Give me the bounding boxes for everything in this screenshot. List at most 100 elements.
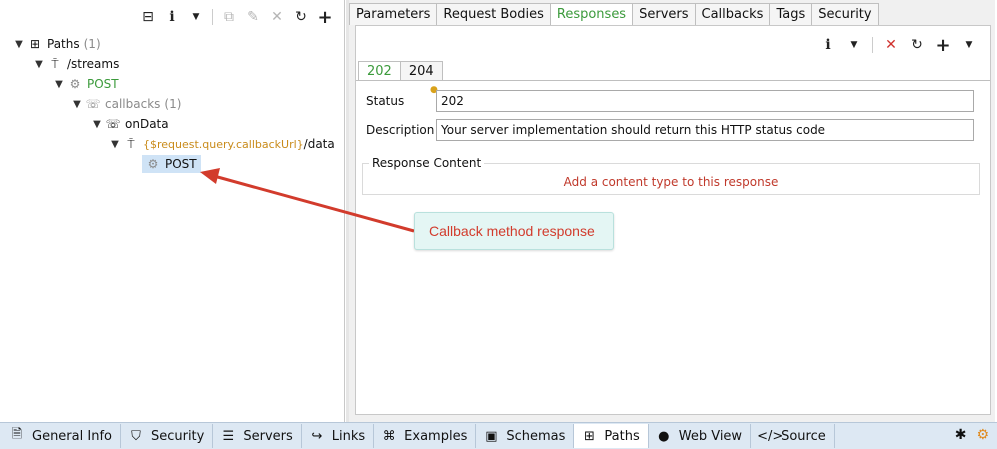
settings-icon[interactable]: ⚙ — [976, 427, 989, 443]
top-tab-bar: Parameters Request Bodies Responses Serv… — [349, 3, 879, 25]
bottom-tabs: 🗎 General Info ⛉ Security ☰ Servers ↪ Li… — [2, 424, 835, 448]
gear-icon: ⚙ — [147, 157, 159, 171]
expand-icon[interactable]: ▼ — [52, 79, 66, 90]
globe-icon: ● — [658, 428, 670, 444]
tab-label: General Info — [32, 428, 112, 444]
server-icon: ☰ — [222, 428, 235, 444]
tab-label: Security — [150, 428, 205, 444]
expand-icon[interactable]: ▼ — [12, 39, 26, 50]
tab-web-view[interactable]: ● Web View — [649, 424, 752, 448]
toolbar-divider — [872, 37, 873, 53]
paths-icon: ⊞ — [583, 428, 595, 444]
tab-label: Source — [781, 428, 826, 444]
tree-node-count: (1) — [83, 37, 101, 51]
response-content-group: Response Content Add a content type to t… — [362, 156, 980, 195]
tree-node-paths[interactable]: ▼ ⊞ Paths (1) — [12, 35, 101, 53]
editor-panel: Parameters Request Bodies Responses Serv… — [349, 0, 995, 422]
tab-examples[interactable]: ⌘ Examples — [374, 424, 477, 448]
tab-request-bodies[interactable]: Request Bodies — [436, 3, 551, 25]
edit-icon[interactable]: ✎ — [242, 6, 264, 28]
collapse-icon[interactable]: ⊟ — [137, 6, 159, 28]
tab-security-bottom[interactable]: ⛉ Security — [121, 424, 214, 448]
chevron-down-icon[interactable]: ▼ — [185, 6, 207, 28]
schemas-icon: ▣ — [485, 428, 498, 444]
tab-responses[interactable]: Responses — [549, 3, 634, 25]
tree-node-ondata[interactable]: ▼ ☏ onData — [90, 115, 169, 133]
delete-icon[interactable]: ✕ — [880, 34, 902, 56]
path-icon: ⍑ — [51, 56, 59, 71]
tab-response-202[interactable]: 202 — [358, 61, 401, 81]
expand-icon[interactable]: ▼ — [32, 59, 46, 70]
tab-callbacks[interactable]: Callbacks — [694, 3, 771, 25]
tree-node-callbacks[interactable]: ▼ ☏ callbacks (1) — [70, 95, 181, 113]
add-icon[interactable]: + — [932, 34, 954, 56]
tree-node-label: callbacks — [105, 97, 161, 111]
tree-panel: ⊟ i ▼ ⧉ ✎ ✕ ↻ + ▼ ⊞ Paths (1) ▼ ⍑ /strea… — [0, 0, 345, 422]
tab-label: Links — [331, 428, 366, 444]
tree-node-callback-post[interactable]: ⚙ POST — [142, 155, 201, 173]
shield-icon: ⛉ — [131, 428, 141, 444]
callout-text: Callback method response — [429, 223, 595, 239]
description-field[interactable]: Your server implementation should return… — [436, 119, 974, 141]
link-icon: ↪ — [311, 428, 323, 444]
add-icon[interactable]: + — [314, 6, 336, 28]
tab-tags[interactable]: Tags — [769, 3, 813, 25]
response-content-label: Response Content — [369, 156, 485, 170]
refresh-icon[interactable]: ↻ — [906, 34, 928, 56]
info-icon[interactable]: i — [161, 6, 183, 28]
tree-node-label: Paths — [47, 37, 80, 51]
gear-icon: ⚙ — [69, 77, 81, 91]
tab-label: Paths — [604, 428, 640, 444]
expand-icon[interactable]: ▼ — [90, 119, 104, 130]
tab-label: Schemas — [506, 428, 566, 444]
tab-label: Examples — [404, 428, 468, 444]
tab-label: Web View — [678, 428, 743, 444]
description-label: Description — [366, 123, 435, 137]
tab-source[interactable]: </> Source — [751, 424, 835, 448]
expand-icon[interactable]: ▼ — [108, 139, 122, 150]
phone-icon: ☏ — [105, 117, 121, 131]
tree-node-count: (1) — [164, 97, 182, 111]
chevron-down-icon[interactable]: ▼ — [958, 34, 980, 56]
tree-node-streams[interactable]: ▼ ⍑ /streams — [32, 55, 119, 73]
examples-icon: ⌘ — [382, 428, 396, 444]
info-icon[interactable]: i — [817, 34, 839, 56]
callout-note: Callback method response — [414, 212, 614, 250]
tree-node-callback-url[interactable]: ▼ ⍑ {$request.query.callbackUrl} /data — [108, 135, 335, 153]
delete-icon[interactable]: ✕ — [266, 6, 288, 28]
tab-paths[interactable]: ⊞ Paths — [574, 424, 649, 448]
tab-response-204[interactable]: 204 — [399, 61, 443, 81]
toolbar-divider — [212, 9, 213, 25]
add-content-type-link[interactable]: Add a content type to this response — [363, 175, 979, 189]
tab-label: Servers — [243, 428, 293, 444]
status-icons: ✱ ⚙ — [955, 427, 989, 443]
tree-toolbar: ⊟ i ▼ ⧉ ✎ ✕ ↻ + — [137, 6, 336, 28]
document-icon: 🗎 — [11, 427, 23, 442]
tree-node-label: POST — [165, 157, 197, 171]
paths-icon: ⊞ — [29, 37, 41, 51]
callback-url-expression: {$request.query.callbackUrl} — [143, 137, 304, 151]
response-code-tabs: 202 204 — [358, 61, 443, 81]
code-icon: </> — [757, 428, 784, 444]
callback-url-suffix: /data — [303, 137, 335, 151]
responses-toolbar: i ▼ ✕ ↻ + ▼ — [817, 34, 980, 56]
tab-general-info[interactable]: 🗎 General Info — [2, 424, 121, 448]
copy-icon[interactable]: ⧉ — [218, 6, 240, 28]
tab-links[interactable]: ↪ Links — [302, 424, 375, 448]
tab-parameters[interactable]: Parameters — [349, 3, 438, 25]
refresh-icon[interactable]: ↻ — [290, 6, 312, 28]
tree-node-label: POST — [87, 77, 119, 91]
bug-icon[interactable]: ✱ — [955, 427, 967, 443]
chevron-down-icon[interactable]: ▼ — [843, 34, 865, 56]
tree-node-label: /streams — [67, 57, 120, 71]
tab-servers-bottom[interactable]: ☰ Servers — [213, 424, 302, 448]
expand-icon[interactable]: ▼ — [70, 99, 84, 110]
tab-schemas[interactable]: ▣ Schemas — [476, 424, 575, 448]
tab-servers[interactable]: Servers — [632, 3, 696, 25]
path-icon: ⍑ — [127, 136, 135, 151]
tab-security[interactable]: Security — [811, 3, 879, 25]
bottom-tab-bar: 🗎 General Info ⛉ Security ☰ Servers ↪ Li… — [0, 422, 997, 449]
tree-node-label: onData — [125, 117, 169, 131]
tree-node-post[interactable]: ▼ ⚙ POST — [52, 75, 119, 93]
status-field[interactable]: 202 — [436, 90, 974, 112]
